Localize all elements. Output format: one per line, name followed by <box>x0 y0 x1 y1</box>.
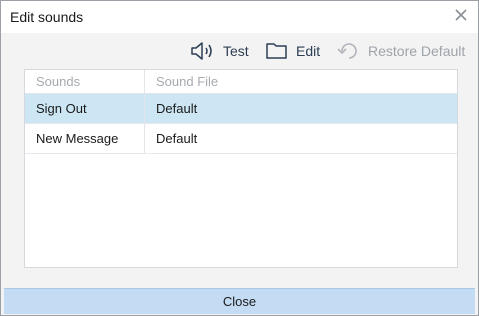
sound-file-cell: Default <box>156 131 198 146</box>
edit-label: Edit <box>296 43 321 59</box>
toolbar: Test Edit Restore Default <box>1 35 478 67</box>
test-button[interactable]: Test <box>190 39 249 63</box>
test-label: Test <box>223 43 249 59</box>
column-divider <box>144 70 145 153</box>
table-row[interactable]: Sign Out Default <box>25 94 457 124</box>
table-row[interactable]: New Message Default <box>25 124 457 154</box>
title-bar: Edit sounds <box>1 1 478 33</box>
close-button[interactable]: Close <box>4 288 475 314</box>
dialog-title: Edit sounds <box>10 9 84 25</box>
edit-sounds-dialog: Edit sounds Test Edit Restore Default So… <box>0 0 479 316</box>
sound-name-cell: Sign Out <box>36 101 87 116</box>
restore-default-button[interactable]: Restore Default <box>337 39 465 63</box>
column-header-sound-file[interactable]: Sound File <box>156 74 218 89</box>
table-header: Sounds Sound File <box>25 70 457 94</box>
column-header-sounds[interactable]: Sounds <box>36 74 80 89</box>
edit-button[interactable]: Edit <box>265 39 320 63</box>
close-icon[interactable] <box>452 6 470 24</box>
undo-icon <box>337 40 361 62</box>
sound-name-cell: New Message <box>36 131 119 146</box>
folder-icon <box>265 41 289 61</box>
sounds-table: Sounds Sound File Sign Out Default New M… <box>24 69 458 268</box>
speaker-icon <box>190 40 216 62</box>
close-button-label: Close <box>222 294 257 309</box>
sound-file-cell: Default <box>156 101 198 116</box>
restore-default-label: Restore Default <box>368 43 466 59</box>
